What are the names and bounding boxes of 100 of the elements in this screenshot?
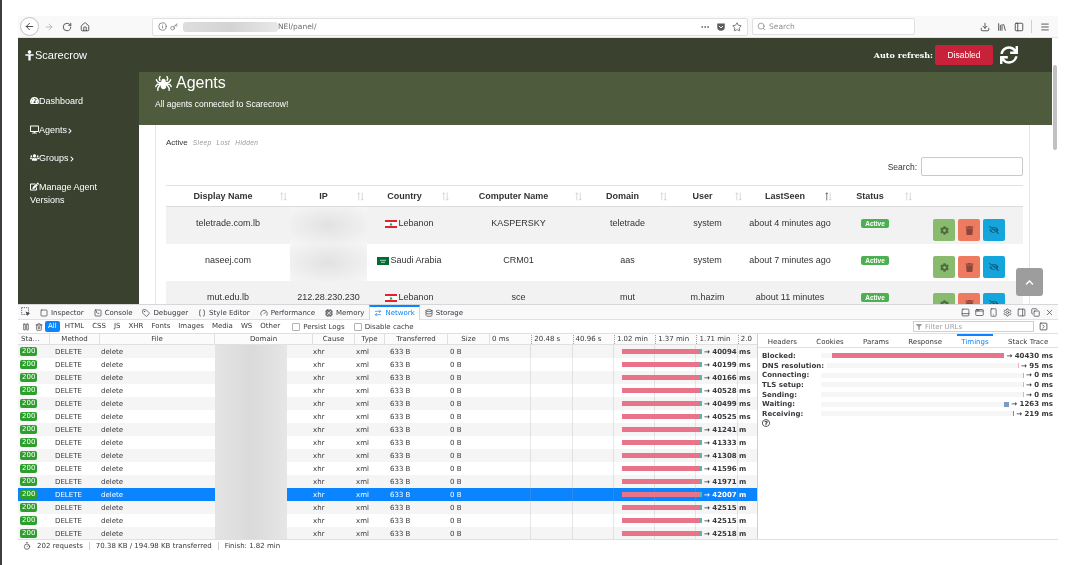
scroll-top-button[interactable] bbox=[1016, 268, 1043, 296]
library-icon[interactable] bbox=[997, 21, 1007, 32]
user-name: system bbox=[693, 218, 722, 228]
ip-address: 212.28.230.230 bbox=[297, 292, 360, 302]
braces-icon bbox=[198, 309, 207, 317]
auto-refresh-label: Auto refresh: bbox=[873, 50, 933, 60]
checkbox[interactable] bbox=[353, 322, 362, 331]
gauge-icon bbox=[30, 96, 39, 105]
settings-icon[interactable] bbox=[1003, 307, 1012, 317]
gear-icon bbox=[939, 262, 949, 272]
status-tab[interactable]: Active bbox=[166, 138, 188, 148]
hide-button[interactable] bbox=[983, 256, 1005, 278]
column-header[interactable]: User bbox=[670, 186, 745, 206]
shield-icon[interactable] bbox=[716, 21, 726, 32]
trash-icon[interactable] bbox=[35, 322, 43, 331]
checkbox[interactable] bbox=[292, 322, 301, 331]
column-header[interactable]: Domain bbox=[585, 186, 670, 206]
domain-name: mut bbox=[620, 292, 635, 302]
domain-name: aas bbox=[620, 255, 635, 265]
gauge-icon bbox=[259, 309, 268, 317]
key-icon[interactable] bbox=[170, 22, 178, 31]
sidebar-icon[interactable] bbox=[1014, 21, 1024, 32]
help-icon[interactable] bbox=[762, 418, 770, 427]
column-header[interactable]: Computer Name bbox=[452, 186, 585, 206]
tag-icon bbox=[142, 309, 151, 317]
search-icon bbox=[757, 22, 766, 31]
chevron-box-icon[interactable] bbox=[1039, 322, 1048, 331]
phone-icon[interactable] bbox=[989, 307, 998, 317]
copy-icon[interactable] bbox=[1031, 307, 1040, 317]
sidebar-item[interactable]: Dashboard bbox=[30, 95, 114, 108]
star-icon[interactable] bbox=[732, 21, 742, 32]
eye-slash-icon bbox=[989, 225, 999, 235]
search-label: Search: bbox=[887, 161, 917, 172]
timer-icon[interactable] bbox=[23, 542, 31, 550]
delete-button[interactable] bbox=[958, 219, 980, 241]
edit-icon bbox=[30, 181, 39, 191]
column-header[interactable]: Display Name bbox=[166, 186, 290, 206]
panel-right-icon[interactable] bbox=[1017, 307, 1026, 317]
country-name: Lebanon bbox=[398, 218, 434, 229]
flag-icon bbox=[377, 256, 390, 265]
user-name: m.hazim bbox=[690, 292, 725, 302]
brand-link[interactable]: Scarecrow bbox=[25, 49, 87, 61]
country-name: Saudi Arabia bbox=[390, 255, 442, 266]
country-name: Lebanon bbox=[398, 292, 434, 303]
eye-slash-icon bbox=[989, 262, 999, 272]
chip-icon bbox=[325, 309, 333, 317]
domain-name: teletrade bbox=[610, 218, 645, 228]
flag-icon bbox=[385, 219, 398, 228]
reload-icon[interactable] bbox=[62, 21, 72, 32]
arrow-right-icon[interactable] bbox=[44, 21, 54, 32]
trash-icon bbox=[964, 225, 974, 235]
page-subtitle: All agents connected to Scarecrow! bbox=[155, 99, 290, 110]
info-icon[interactable] bbox=[158, 22, 167, 31]
delete-button[interactable] bbox=[958, 256, 980, 278]
funnel-icon bbox=[916, 323, 922, 330]
sidebar-item[interactable]: Groups bbox=[30, 152, 114, 165]
computer-name: sce bbox=[511, 292, 526, 302]
flag-icon bbox=[385, 293, 398, 302]
arrow-left-icon bbox=[24, 21, 35, 32]
search-input[interactable] bbox=[921, 157, 1023, 176]
users-icon bbox=[30, 153, 39, 162]
gear-icon bbox=[939, 225, 949, 235]
element-picker-icon[interactable] bbox=[21, 307, 31, 317]
settings-button[interactable] bbox=[933, 219, 955, 241]
menu-icon[interactable] bbox=[1040, 21, 1050, 32]
sidebar-item[interactable]: Manage Agent Versions bbox=[30, 180, 114, 207]
database-icon bbox=[424, 309, 433, 317]
column-header[interactable]: IP bbox=[290, 186, 367, 206]
terminal-icon bbox=[93, 309, 102, 317]
last-seen: about 7 minutes ago bbox=[749, 255, 831, 265]
user-name: system bbox=[693, 255, 722, 265]
window-icon[interactable] bbox=[975, 307, 984, 317]
column-header[interactable]: Country bbox=[367, 186, 452, 206]
settings-button[interactable] bbox=[933, 256, 955, 278]
display-name: teletrade.com.lb bbox=[195, 218, 260, 228]
sort-icon[interactable] bbox=[825, 191, 832, 201]
computer-name: CRM01 bbox=[503, 255, 534, 265]
page-title: Agents bbox=[176, 73, 226, 93]
hide-button[interactable] bbox=[983, 219, 1005, 241]
spider-icon bbox=[155, 74, 172, 92]
back-button[interactable] bbox=[20, 17, 39, 36]
home-icon[interactable] bbox=[80, 21, 90, 32]
refresh-icon[interactable] bbox=[1000, 46, 1018, 64]
last-seen: about 11 minutes bbox=[755, 292, 825, 302]
auto-refresh-button[interactable]: Disabled bbox=[935, 45, 993, 65]
close-icon[interactable] bbox=[1045, 307, 1054, 317]
column-header[interactable]: LastSeen bbox=[745, 186, 835, 206]
download-icon[interactable] bbox=[980, 21, 990, 32]
monitor-icon bbox=[30, 124, 39, 134]
panel-bottom-icon[interactable] bbox=[961, 307, 970, 317]
arrows-icon bbox=[374, 309, 383, 317]
scrollbar-thumb[interactable] bbox=[1053, 65, 1057, 150]
computer-name: KASPERSKY bbox=[491, 218, 546, 228]
pause-icon[interactable] bbox=[22, 322, 30, 331]
column-header[interactable]: Status bbox=[835, 186, 915, 206]
trash-icon bbox=[964, 262, 974, 272]
display-name: naseej.com bbox=[205, 255, 251, 265]
sidebar-item[interactable]: Agents bbox=[30, 123, 114, 137]
square-icon bbox=[40, 309, 48, 317]
display-name: mut.edu.lb bbox=[207, 292, 249, 302]
